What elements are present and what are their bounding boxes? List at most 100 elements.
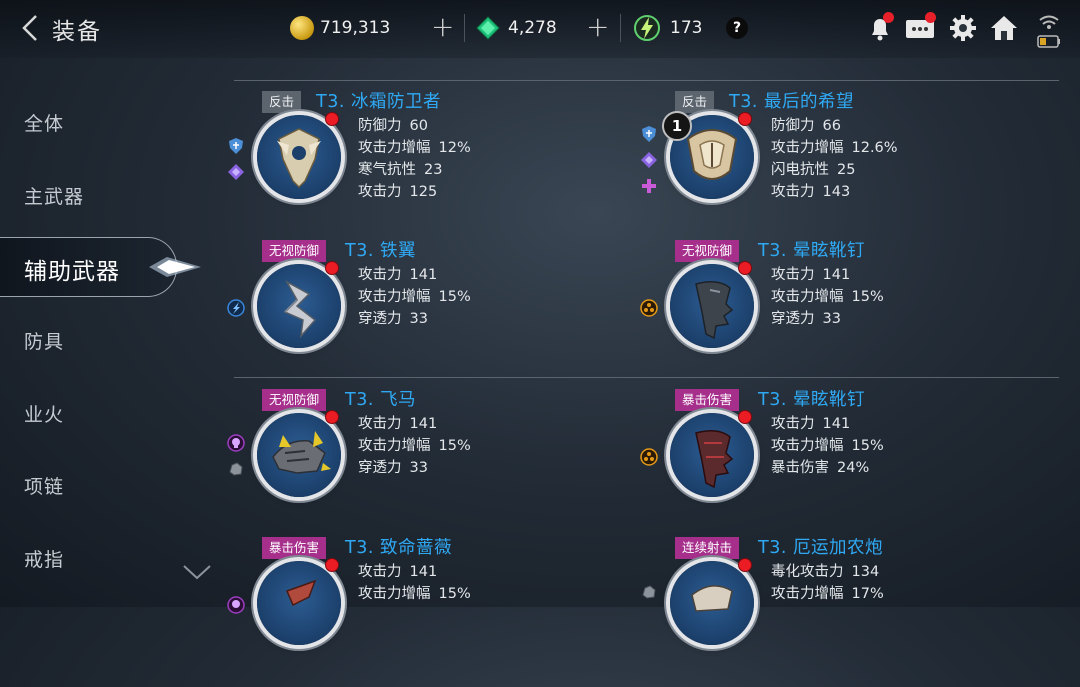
scroll-down-chevron-icon[interactable] (182, 563, 212, 581)
item-stats: 攻击力 141 攻击力增幅 15% 穿透力 33 (771, 264, 884, 330)
gem-amount: 4,278 (508, 18, 557, 38)
cross-icon (642, 179, 656, 193)
item-card[interactable]: 反击 T3. 最后的希望 1 防御力 66 攻击力增幅 12.6% 闪电抗性 25 攻… (641, 91, 1065, 241)
top-bar: 装备 719,313 + 4,278 + 173 ? (0, 0, 1080, 58)
stat-value: 15% (438, 438, 471, 454)
item-card[interactable]: 连续射击 T3. 厄运加农炮 毒化攻击力 134 攻击力增幅 17% (642, 537, 1065, 687)
skull-icon (227, 596, 245, 614)
stat-value: 141 (409, 416, 438, 432)
item-name: T3. 铁翼 (345, 241, 416, 261)
shield-icon (229, 138, 243, 154)
stat-row: 攻击力增幅 12% (358, 137, 471, 159)
stat-label: 攻击力 (358, 184, 402, 200)
stat-row: 毒化攻击力 134 (771, 561, 884, 583)
new-dot (738, 558, 752, 572)
item-card[interactable]: 无视防御 T3. 晕眩靴钉 攻击力 141 攻击力增幅 15% 穿透力 33 (640, 240, 1065, 390)
back-arrow-icon[interactable] (20, 14, 40, 42)
nav-item-armor[interactable]: 防具 (24, 327, 64, 354)
item-portrait: 1 (662, 111, 754, 199)
add-gem-button[interactable]: + (586, 12, 609, 42)
stat-row: 攻击力 143 (771, 181, 898, 203)
rock-icon (642, 585, 656, 599)
stat-label: 攻击力增幅 (358, 289, 431, 305)
stat-row: 攻击力增幅 15% (358, 583, 471, 605)
gem-icon (641, 152, 657, 168)
gem-icon (228, 164, 244, 180)
help-button[interactable]: ? (726, 17, 748, 39)
item-portrait (257, 558, 341, 645)
new-dot (325, 112, 339, 126)
nav-item-ring[interactable]: 戒指 (24, 545, 64, 572)
item-name: T3. 晕眩靴钉 (758, 390, 865, 410)
item-tag: 暴击伤害 (675, 389, 740, 411)
item-stats: 攻击力 141 攻击力增幅 15% (358, 561, 471, 605)
gold-coin-icon (290, 16, 314, 40)
nav-item-main-weapon[interactable]: 主武器 (24, 182, 84, 209)
mail-icon[interactable] (904, 12, 936, 44)
stamina-counter: 173 (632, 12, 702, 44)
stat-label: 攻击力 (771, 184, 815, 200)
stat-row: 攻击力增幅 17% (771, 583, 884, 605)
stat-row: 穿透力 33 (358, 308, 471, 330)
stat-row: 攻击力 141 (771, 413, 884, 435)
item-card[interactable]: 无视防御 T3. 铁翼 攻击力 141 攻击力增幅 15% 穿透力 33 (227, 240, 652, 390)
stat-label: 攻击力增幅 (771, 289, 844, 305)
item-card[interactable]: 无视防御 T3. 飞马 攻击力 141 攻击力增幅 15% 穿透力 33 (227, 389, 652, 539)
stat-value: 143 (822, 184, 851, 200)
stat-label: 穿透力 (358, 460, 402, 476)
item-stats: 毒化攻击力 134 攻击力增幅 17% (771, 561, 884, 605)
new-dot (325, 558, 339, 572)
item-card[interactable]: 暴击伤害 T3. 晕眩靴钉 攻击力 141 攻击力增幅 15% 暴击伤害 24% (640, 389, 1065, 539)
stat-row: 攻击力 141 (358, 561, 471, 583)
item-portrait (670, 558, 754, 645)
stat-row: 暴击伤害 24% (771, 457, 884, 479)
nav-item-all[interactable]: 全体 (24, 109, 64, 136)
stat-label: 攻击力增幅 (771, 438, 844, 454)
settings-gear-icon[interactable] (947, 12, 979, 44)
stat-label: 寒气抗性 (358, 162, 416, 178)
stamina-icon (634, 15, 660, 41)
notification-bell-icon[interactable] (864, 12, 896, 44)
skull-icon (227, 434, 245, 452)
rock-icon (229, 462, 243, 476)
stat-row: 寒气抗性 23 (358, 159, 471, 181)
stat-row: 攻击力 141 (358, 264, 471, 286)
item-tag: 暴击伤害 (262, 537, 327, 559)
stat-row: 穿透力 33 (771, 308, 884, 330)
nav-item-label: 辅助武器 (24, 259, 120, 285)
divider (464, 14, 465, 42)
gold-counter: 719,313 (290, 14, 390, 42)
stat-row: 防御力 66 (771, 115, 898, 137)
item-card[interactable]: 暴击伤害 T3. 致命蔷薇 攻击力 141 攻击力增幅 15% (227, 537, 652, 687)
nav-item-necklace[interactable]: 项链 (24, 472, 64, 499)
stat-label: 攻击力增幅 (358, 140, 431, 156)
stat-value: 60 (409, 118, 428, 134)
stat-label: 攻击力增幅 (358, 586, 431, 602)
stat-value: 12.6% (851, 140, 898, 156)
stat-value: 24% (837, 460, 870, 476)
item-stats: 攻击力 141 攻击力增幅 15% 暴击伤害 24% (771, 413, 884, 479)
item-stats: 防御力 66 攻击力增幅 12.6% 闪电抗性 25 攻击力 143 (771, 115, 898, 203)
stat-label: 攻击力 (771, 416, 815, 432)
item-tag: 反击 (675, 91, 715, 113)
new-dot (738, 261, 752, 275)
gem-counter: 4,278 (476, 14, 557, 42)
gold-amount: 719,313 (320, 18, 391, 38)
stat-label: 攻击力增幅 (771, 586, 844, 602)
stamina-amount: 173 (670, 18, 703, 38)
stat-row: 攻击力增幅 15% (771, 286, 884, 308)
stat-value: 15% (438, 586, 471, 602)
home-icon[interactable] (988, 12, 1020, 44)
stat-row: 攻击力 141 (771, 264, 884, 286)
nav-item-hellfire[interactable]: 业火 (24, 400, 64, 427)
stat-row: 攻击力 141 (358, 413, 471, 435)
stat-value: 33 (409, 460, 428, 476)
new-dot (325, 261, 339, 275)
stat-value: 33 (409, 311, 428, 327)
item-tag: 无视防御 (675, 240, 740, 262)
count-badge: 1 (662, 111, 692, 141)
stat-label: 防御力 (771, 118, 815, 134)
item-card[interactable]: 反击 T3. 冰霜防卫者 防御力 60 攻击力增幅 12% 寒气抗性 23 攻击力 12… (228, 91, 652, 241)
stat-label: 攻击力增幅 (771, 140, 844, 156)
add-gold-button[interactable]: + (431, 12, 454, 42)
